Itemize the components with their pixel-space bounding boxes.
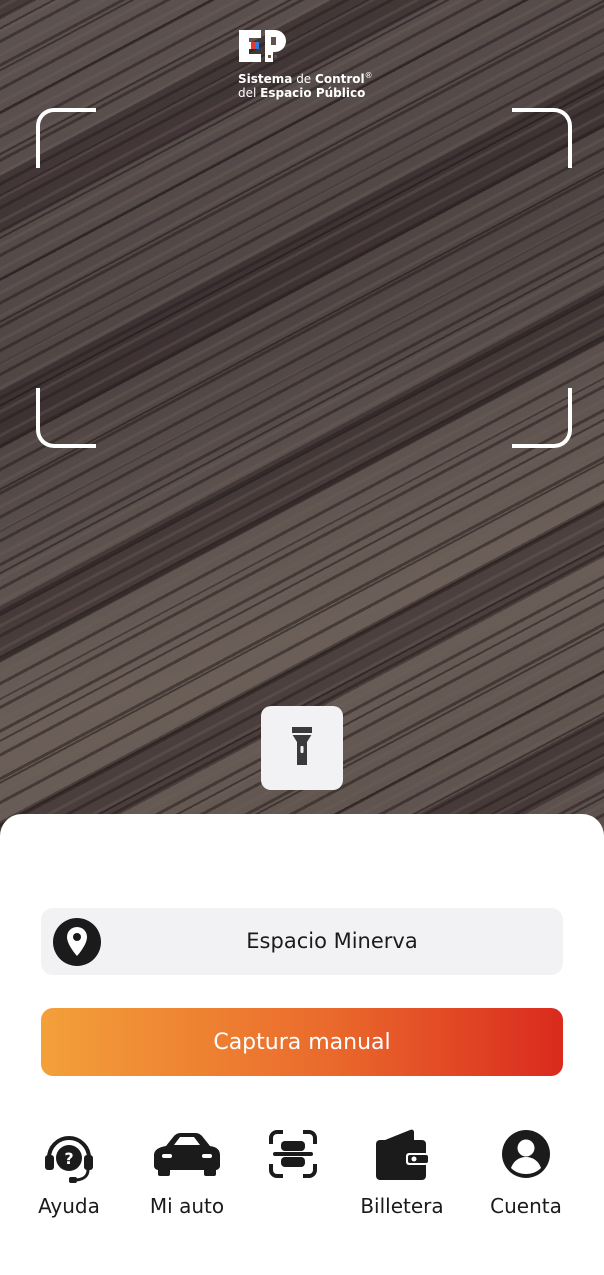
location-name: Espacio Minerva <box>246 929 418 953</box>
brand-word-espacio-publico: Espacio Público <box>260 86 366 100</box>
nav-item-cuenta[interactable]: Cuenta <box>466 1124 586 1234</box>
scan-icon <box>267 1128 319 1184</box>
bottom-sheet: Espacio Minerva Captura manual ? Ayuda M… <box>0 814 604 1275</box>
svg-text:?: ? <box>64 1149 73 1168</box>
nav-label-ayuda: Ayuda <box>38 1194 100 1218</box>
brand-word-de: de <box>292 72 316 86</box>
bottom-navigation: ? Ayuda Mi auto Billetera Cuenta <box>0 1124 604 1234</box>
nav-label-billetera: Billetera <box>360 1194 444 1218</box>
brand-name: Sistema de Control® del Espacio Público <box>238 69 398 100</box>
flashlight-button[interactable] <box>261 706 343 790</box>
brand-word-control: Control <box>315 72 365 86</box>
location-selector[interactable]: Espacio Minerva <box>41 908 563 975</box>
nav-item-mi-auto[interactable]: Mi auto <box>127 1124 247 1234</box>
wallet-icon <box>374 1128 430 1186</box>
brand-logo-icon <box>238 28 286 66</box>
scan-frame-corner-top-right <box>512 108 572 168</box>
camera-viewfinder: Sistema de Control® del Espacio Público <box>0 0 604 840</box>
scan-frame-corner-bottom-right <box>512 388 572 448</box>
account-icon <box>500 1128 552 1184</box>
nav-label-mi-auto: Mi auto <box>149 1194 225 1218</box>
scan-frame-corner-bottom-left <box>36 388 96 448</box>
flashlight-icon <box>291 726 313 770</box>
app-screen: Sistema de Control® del Espacio Público <box>0 0 604 1275</box>
car-icon <box>152 1128 222 1182</box>
nav-item-ayuda[interactable]: ? Ayuda <box>9 1124 129 1234</box>
location-pin-icon <box>52 917 102 967</box>
scan-frame-corner-top-left <box>36 108 96 168</box>
brand-logo-block: Sistema de Control® del Espacio Público <box>238 28 398 100</box>
manual-capture-button[interactable]: Captura manual <box>41 1008 563 1076</box>
nav-label-cuenta: Cuenta <box>490 1194 562 1218</box>
brand-registered-mark: ® <box>364 71 373 80</box>
brand-line-1: Sistema de Control® <box>238 69 398 86</box>
nav-item-billetera[interactable]: Billetera <box>342 1124 462 1234</box>
brand-word-sistema: Sistema <box>238 72 293 86</box>
headset-icon: ? <box>41 1128 97 1188</box>
nav-item-scan[interactable] <box>233 1124 353 1234</box>
brand-word-del: del <box>238 86 261 100</box>
brand-line-2: del Espacio Público <box>238 86 398 100</box>
